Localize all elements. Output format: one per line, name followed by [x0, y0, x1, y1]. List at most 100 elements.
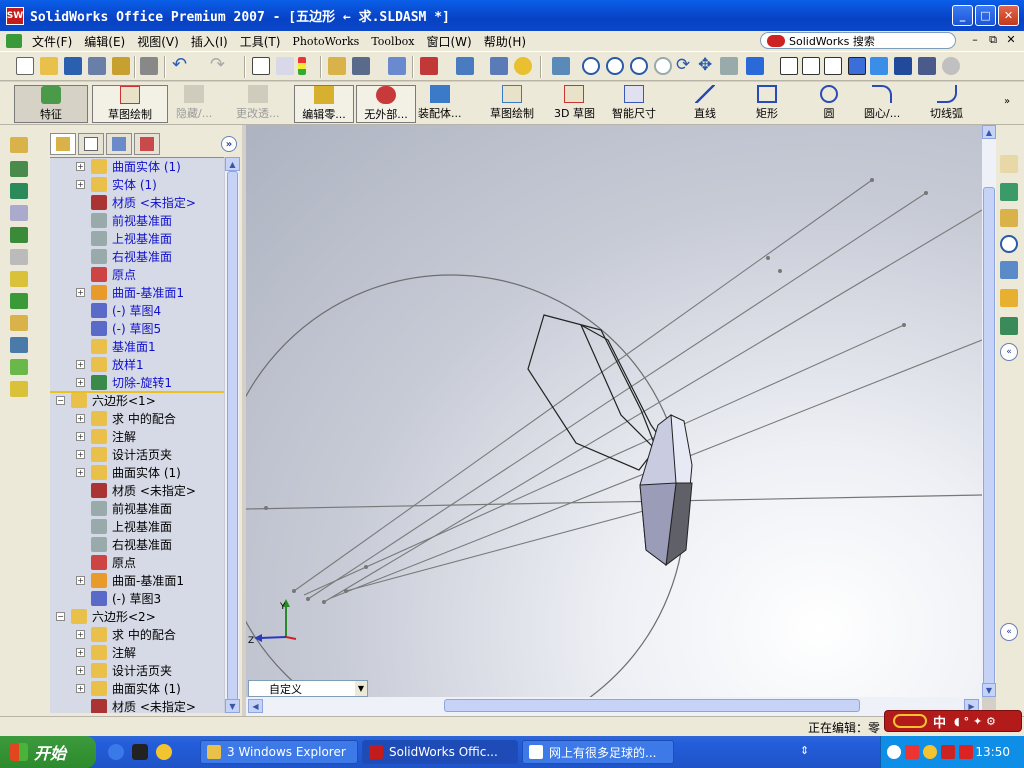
hidden-lines-visible-icon[interactable]: [802, 57, 820, 75]
menu-photoworks[interactable]: PhotoWorks: [286, 35, 365, 48]
tree-expander-icon[interactable]: +: [76, 359, 85, 369]
extrude-icon[interactable]: [10, 161, 28, 177]
wireframe-icon[interactable]: [780, 57, 798, 75]
tree-item[interactable]: 基准面1: [76, 337, 156, 355]
tree-item[interactable]: 材质 <未指定>: [76, 697, 196, 713]
menu-help[interactable]: 帮助(H): [478, 33, 532, 50]
measure-icon[interactable]: [352, 57, 370, 75]
vscroll-up-icon[interactable]: ▲: [982, 125, 996, 139]
tree-item[interactable]: + 曲面实体 (1): [76, 679, 181, 697]
tree-expander-icon[interactable]: +: [76, 449, 85, 459]
tree-item[interactable]: (-) 草图3: [76, 589, 161, 607]
center-arc-button[interactable]: 圆心/...: [864, 85, 900, 123]
appearances-icon[interactable]: [1000, 289, 1018, 307]
rib-icon[interactable]: [10, 293, 28, 309]
ime-mode-label[interactable]: 中: [933, 712, 946, 731]
tree-item[interactable]: + 注解: [76, 427, 136, 445]
menu-edit[interactable]: 编辑(E): [78, 33, 131, 50]
save-icon[interactable]: [64, 57, 82, 75]
tree-expander-icon[interactable]: +: [76, 179, 85, 189]
tray-qq-icon[interactable]: [923, 745, 937, 759]
revolve-icon[interactable]: [10, 183, 28, 199]
tab-feature-manager[interactable]: [50, 133, 76, 155]
tree-item[interactable]: + 曲面实体 (1): [76, 158, 181, 175]
sketch-tab-button[interactable]: 草图绘制: [92, 85, 168, 123]
tree-item[interactable]: 右视基准面: [76, 535, 172, 553]
redo-icon[interactable]: ↷: [210, 56, 228, 75]
close-button[interactable]: ✕: [998, 5, 1019, 26]
viewport-vscroll-thumb[interactable]: [983, 187, 995, 687]
previous-view-icon[interactable]: [720, 57, 738, 75]
smart-mates-icon[interactable]: [388, 57, 406, 75]
viewport-vertical-scrollbar[interactable]: ▲ ▼: [982, 125, 996, 697]
tree-expander-icon[interactable]: +: [76, 287, 85, 297]
search-icon[interactable]: [1000, 235, 1018, 253]
scroll-up-arrow-icon[interactable]: ▲: [225, 157, 240, 171]
tree-item[interactable]: − 六边形<1>: [56, 391, 156, 409]
minimize-button[interactable]: _: [952, 5, 973, 26]
tray-collapse-icon[interactable]: [887, 745, 901, 759]
vscroll-down-icon[interactable]: ▼: [982, 683, 996, 697]
tree-item[interactable]: 上视基准面: [76, 229, 172, 247]
home-icon[interactable]: [1000, 155, 1018, 173]
tree-item[interactable]: − 六边形<2>: [56, 607, 156, 625]
solidworks-app-icon[interactable]: SW: [6, 6, 24, 25]
shaded-icon[interactable]: [870, 57, 888, 75]
tree-expander-icon[interactable]: +: [76, 575, 85, 585]
assembly-button[interactable]: 装配体...: [418, 85, 462, 123]
solidworks-search-box[interactable]: SolidWorks 搜索: [760, 32, 956, 49]
collapse-pane-icon[interactable]: «: [1000, 343, 1018, 361]
document-icon[interactable]: [6, 34, 22, 48]
tray-antivirus-icon[interactable]: [941, 745, 955, 759]
tree-item[interactable]: + 求 中的配合: [76, 409, 176, 427]
tree-item[interactable]: (-) 草图4: [76, 301, 161, 319]
shadows-icon[interactable]: [894, 57, 912, 75]
tree-expander-icon[interactable]: −: [56, 611, 65, 621]
menu-toolbox[interactable]: Toolbox: [365, 35, 420, 48]
tab-property-manager[interactable]: [78, 133, 104, 155]
tree-expander-icon[interactable]: +: [76, 377, 85, 387]
qq-icon[interactable]: [132, 744, 148, 760]
zoom-in-out-icon[interactable]: [630, 57, 648, 75]
viewport-horizontal-scrollbar[interactable]: ◀ ▶: [246, 697, 982, 716]
tree-expander-icon[interactable]: −: [56, 395, 65, 405]
view-selector-dropdown[interactable]: 自定义 ▼: [248, 680, 368, 697]
reference-geometry-icon[interactable]: [10, 381, 28, 397]
tree-item[interactable]: 右视基准面: [76, 247, 172, 265]
ime-toolbar[interactable]: 中 ◖ ° ✦ ⚙: [884, 710, 1022, 732]
tree-expander-icon[interactable]: +: [76, 683, 85, 693]
ime-options-icon[interactable]: ◖ ° ✦ ⚙: [954, 715, 996, 728]
tangent-arc-button[interactable]: 切线弧: [930, 85, 963, 123]
smart-dimension-button[interactable]: 智能尺寸: [612, 85, 656, 123]
realview-icon[interactable]: [942, 57, 960, 75]
tree-scroll-thumb[interactable]: [227, 171, 238, 701]
rebuild-icon[interactable]: [298, 57, 306, 75]
sketch-button[interactable]: 草图绘制: [490, 85, 534, 123]
tree-item[interactable]: 原点: [76, 553, 136, 571]
tree-item[interactable]: 前视基准面: [76, 211, 172, 229]
grid-icon[interactable]: [328, 57, 346, 75]
sweep-icon[interactable]: [10, 205, 28, 221]
tree-expander-icon[interactable]: +: [76, 647, 85, 657]
tree-item[interactable]: (-) 草图5: [76, 319, 161, 337]
tree-item[interactable]: 上视基准面: [76, 517, 172, 535]
zoom-area-icon[interactable]: [606, 57, 624, 75]
shaded-with-edges-icon[interactable]: [848, 57, 866, 75]
tree-item[interactable]: + 放样1: [76, 355, 144, 373]
hide-button[interactable]: 隐藏/...: [176, 85, 212, 123]
ie-icon[interactable]: [108, 744, 124, 760]
new-icon[interactable]: [16, 57, 34, 75]
shell-icon[interactable]: [10, 271, 28, 287]
tree-item[interactable]: 原点: [76, 265, 136, 283]
tree-item[interactable]: + 曲面-基准面1: [76, 571, 184, 589]
pan-icon[interactable]: ✥: [698, 57, 716, 75]
menu-insert[interactable]: 插入(I): [185, 33, 234, 50]
zoom-selection-icon[interactable]: [654, 57, 672, 75]
view-palette-icon[interactable]: [1000, 261, 1018, 279]
open-icon[interactable]: [40, 57, 58, 75]
photoworks-icon[interactable]: [1000, 317, 1018, 335]
menu-window[interactable]: 窗口(W): [420, 33, 477, 50]
tree-item[interactable]: + 实体 (1): [76, 175, 157, 193]
menu-view[interactable]: 视图(V): [131, 33, 185, 50]
chevron-down-icon[interactable]: ▼: [355, 681, 367, 696]
